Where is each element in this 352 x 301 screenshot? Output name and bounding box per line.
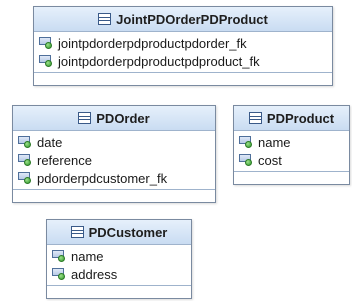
attribute-label: date [37,134,63,150]
operation-compartment [234,171,349,184]
attribute-icon [239,136,253,148]
attribute-compartment: jointpdorderpdproductpdorder_fk jointpdo… [34,32,332,72]
operation-compartment [47,285,191,298]
class-icon [98,13,112,25]
attribute-row[interactable]: cost [234,151,349,169]
class-pdcustomer[interactable]: PDCustomer name address [46,219,192,299]
attribute-row[interactable]: address [47,265,191,283]
attribute-row[interactable]: jointpdorderpdproductpdorder_fk [34,34,332,52]
attribute-row[interactable]: name [234,133,349,151]
class-jointpdorderpdproduct[interactable]: JointPDOrderPDProduct jointpdorderpdprod… [33,6,333,86]
attribute-icon [52,268,66,280]
attribute-label: jointpdorderpdproductpdproduct_fk [58,53,260,69]
attribute-compartment: date reference pdorderpdcustomer_fk [13,131,215,189]
class-icon [248,112,262,124]
class-header: PDProduct [234,106,349,131]
class-icon [70,226,84,238]
attribute-label: reference [37,152,92,168]
attribute-icon [52,250,66,262]
attribute-icon [39,55,53,67]
attribute-icon [18,154,32,166]
attribute-label: cost [258,152,282,168]
attribute-row[interactable]: pdorderpdcustomer_fk [13,169,215,187]
class-pdproduct[interactable]: PDProduct name cost [233,105,350,185]
class-header: PDOrder [13,106,215,131]
attribute-label: name [71,248,104,264]
attribute-compartment: name address [47,245,191,285]
attribute-label: pdorderpdcustomer_fk [37,170,168,186]
attribute-icon [18,136,32,148]
attribute-label: address [71,266,118,282]
attribute-row[interactable]: reference [13,151,215,169]
attribute-compartment: name cost [234,131,349,171]
attribute-label: jointpdorderpdproductpdorder_fk [58,35,247,51]
class-header: JointPDOrderPDProduct [34,7,332,32]
class-icon [78,112,92,124]
class-title: PDCustomer [88,224,168,240]
attribute-icon [18,172,32,184]
attribute-label: name [258,134,291,150]
attribute-row[interactable]: jointpdorderpdproductpdproduct_fk [34,52,332,70]
attribute-row[interactable]: name [47,247,191,265]
operation-compartment [13,189,215,202]
class-title: PDOrder [96,110,150,126]
class-title: JointPDOrderPDProduct [116,11,268,27]
attribute-row[interactable]: date [13,133,215,151]
attribute-icon [39,37,53,49]
class-title: PDProduct [266,110,335,126]
class-header: PDCustomer [47,220,191,245]
class-pdorder[interactable]: PDOrder date reference pdorderpdcustomer… [12,105,216,203]
attribute-icon [239,154,253,166]
operation-compartment [34,72,332,85]
